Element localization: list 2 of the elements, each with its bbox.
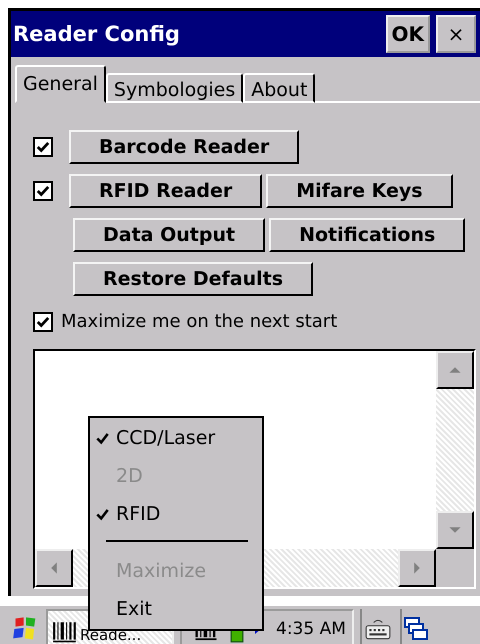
window-title: Reader Config [13, 22, 180, 46]
checkbox-label: Maximize me on the next start [61, 311, 338, 332]
